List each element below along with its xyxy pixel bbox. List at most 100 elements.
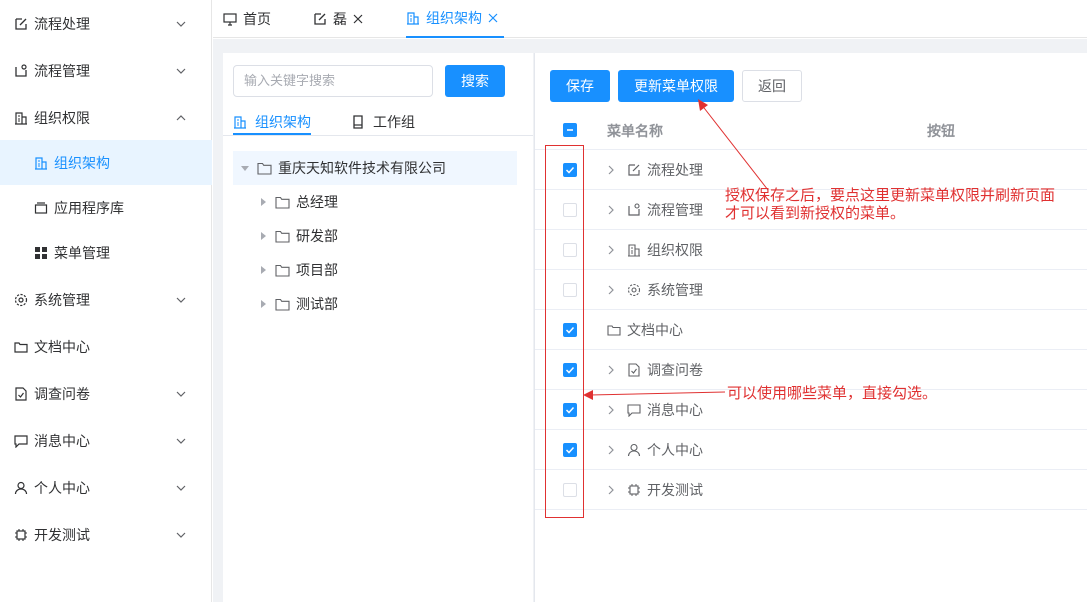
book-icon	[351, 115, 365, 129]
sidebar-item-label: 流程处理	[34, 16, 90, 33]
folder-icon	[257, 162, 272, 175]
tab-home[interactable]: 首页	[223, 0, 271, 38]
menu-row: 组织权限	[535, 230, 1087, 270]
chevron-right-icon[interactable]	[607, 364, 615, 376]
select-all-checkbox[interactable]	[563, 123, 577, 137]
sidebar-item-survey[interactable]: 调查问卷	[0, 370, 212, 417]
menu-row-label: 开发测试	[647, 483, 703, 499]
sidebar-item-system-management[interactable]: 系统管理	[0, 276, 212, 323]
sidebar-subitem-label: 应用程序库	[54, 200, 124, 217]
tab-workgroup[interactable]: 工作组	[351, 109, 415, 135]
search-button[interactable]: 搜索	[445, 65, 505, 97]
menu-permission-panel: 保存 更新菜单权限 返回 菜单名称 按钮 流程处理 流程管理 组织权限 系统管理 文档中…	[534, 53, 1087, 602]
update-menu-permission-button[interactable]: 更新菜单权限	[618, 70, 734, 102]
annotation-line: 才可以看到新授权的菜单。	[725, 204, 906, 222]
sidebar-item-org-permissions[interactable]: 组织权限	[0, 94, 212, 141]
message-icon	[14, 434, 28, 448]
sidebar-item-label: 组织权限	[34, 110, 90, 127]
sidebar-item-dev-test[interactable]: 开发测试	[0, 511, 212, 558]
sidebar-subitem-menu-management[interactable]: 菜单管理	[0, 230, 212, 275]
edit-icon	[313, 12, 327, 26]
caret-right-icon[interactable]	[259, 300, 267, 308]
caret-right-icon[interactable]	[259, 232, 267, 240]
tree-node-label: 重庆天知软件技术有限公司	[278, 161, 446, 177]
tab-lei[interactable]: 磊	[313, 0, 369, 38]
sidebar-item-process-handling[interactable]: 流程处理	[0, 0, 212, 47]
chevron-right-icon[interactable]	[607, 244, 615, 256]
chevron-right-icon[interactable]	[607, 444, 615, 456]
search-input[interactable]	[233, 65, 433, 97]
annotation-update-note: 授权保存之后，要点这里更新菜单权限并刷新页面 才可以看到新授权的菜单。	[725, 186, 1085, 222]
document-check-icon	[627, 363, 641, 377]
menu-row-label: 个人中心	[647, 443, 703, 459]
tree-node[interactable]: 项目部	[259, 253, 338, 287]
sidebar-item-document-center[interactable]: 文档中心	[0, 323, 212, 370]
menu-row-label: 系统管理	[647, 283, 703, 299]
folder-icon	[275, 264, 290, 277]
folder-icon	[607, 323, 621, 337]
sidebar-subitem-app-library[interactable]: 应用程序库	[0, 185, 212, 230]
folder-icon	[14, 340, 28, 354]
tree-node[interactable]: 测试部	[259, 287, 338, 321]
grid-icon	[34, 246, 48, 260]
menu-row-label: 文档中心	[627, 323, 683, 339]
close-icon[interactable]	[353, 14, 363, 24]
tree-node[interactable]: 总经理	[259, 185, 338, 219]
menu-row: 开发测试	[535, 470, 1087, 510]
tree-node-label: 研发部	[296, 229, 338, 245]
chevron-right-icon[interactable]	[607, 484, 615, 496]
gear-icon	[14, 293, 28, 307]
folder-icon	[275, 298, 290, 311]
caret-right-icon[interactable]	[259, 266, 267, 274]
chevron-right-icon[interactable]	[607, 204, 615, 216]
close-icon[interactable]	[488, 13, 498, 23]
sidebar-item-label: 消息中心	[34, 433, 90, 450]
edit-icon	[14, 17, 28, 31]
building-icon	[14, 111, 28, 125]
sidebar-item-process-management[interactable]: 流程管理	[0, 47, 212, 94]
sidebar-item-label: 个人中心	[34, 480, 90, 497]
chip-icon	[14, 528, 28, 542]
caret-down-icon[interactable]	[241, 164, 249, 172]
chevron-right-icon[interactable]	[607, 284, 615, 296]
tab-org-structure[interactable]: 组织架构	[406, 0, 504, 38]
menu-row-label: 调查问卷	[647, 363, 703, 379]
sidebar-item-message-center[interactable]: 消息中心	[0, 417, 212, 464]
sidebar-subitem-label: 菜单管理	[54, 245, 110, 262]
tab-label: 首页	[243, 12, 271, 28]
sidebar-subitem-org-structure[interactable]: 组织架构	[0, 140, 212, 185]
back-button[interactable]: 返回	[742, 70, 802, 102]
tree-node-label: 项目部	[296, 263, 338, 279]
chevron-down-icon	[176, 483, 186, 493]
sidebar-item-personal-center[interactable]: 个人中心	[0, 464, 212, 511]
chevron-right-icon[interactable]	[607, 164, 615, 176]
column-header-menu-name: 菜单名称	[607, 124, 663, 140]
tab-bar: 首页 磊 组织架构	[213, 0, 1087, 38]
annotation-line: 授权保存之后，要点这里更新菜单权限并刷新页面	[725, 186, 1056, 204]
user-icon	[14, 481, 28, 495]
tree-node[interactable]: 研发部	[259, 219, 338, 253]
chevron-right-icon[interactable]	[607, 404, 615, 416]
annotation-select-note: 可以使用哪些菜单，直接勾选。	[727, 384, 938, 402]
menu-row-label: 组织权限	[647, 243, 703, 259]
annotation-checkbox-box	[545, 145, 584, 518]
document-check-icon	[14, 386, 28, 401]
process-icon	[14, 63, 28, 78]
menu-row: 系统管理	[535, 270, 1087, 310]
chevron-up-icon	[176, 113, 186, 123]
tree-node-label: 测试部	[296, 297, 338, 313]
process-icon	[627, 203, 641, 217]
folder-icon	[275, 230, 290, 243]
tab-org-structure-panel[interactable]: 组织架构	[233, 109, 311, 135]
menu-row: 流程处理	[535, 150, 1087, 190]
column-header-button: 按钮	[927, 124, 955, 140]
building-icon	[406, 11, 420, 25]
sidebar-item-label: 开发测试	[34, 527, 90, 544]
tree-node-root[interactable]: 重庆天知软件技术有限公司	[233, 151, 517, 185]
save-button[interactable]: 保存	[550, 70, 610, 102]
chevron-down-icon	[176, 19, 186, 29]
tab-label: 磊	[333, 12, 347, 28]
caret-right-icon[interactable]	[259, 198, 267, 206]
sidebar-item-label: 文档中心	[34, 339, 90, 356]
gear-icon	[627, 283, 641, 297]
